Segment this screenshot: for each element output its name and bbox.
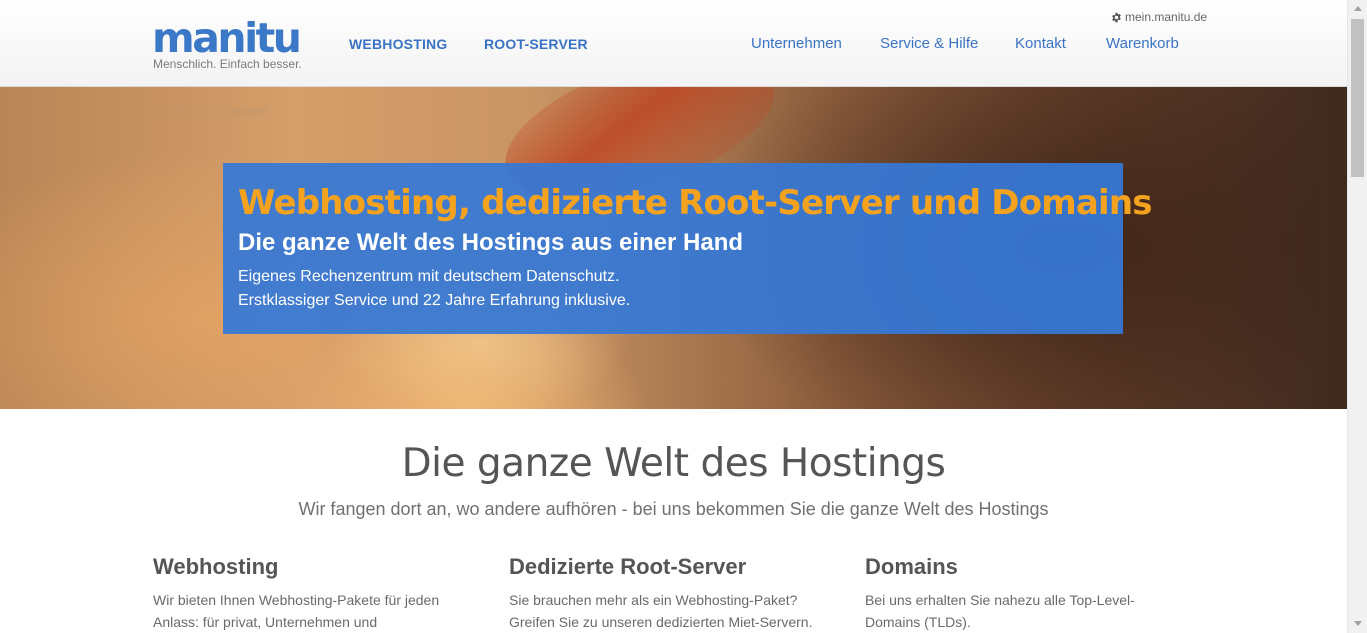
- manitu-logo[interactable]: manitu Menschlich. Einfach besser.: [152, 14, 302, 72]
- scroll-up-arrow-icon[interactable]: [1354, 6, 1362, 11]
- nav-unternehmen[interactable]: Unternehmen: [751, 36, 842, 52]
- site-header: manitu Menschlich. Einfach besser. WEBHO…: [0, 0, 1347, 87]
- section-heading: Die ganze Welt des Hostings: [401, 441, 946, 486]
- hero-text-line-1: Eigenes Rechenzentrum mit deutschem Date…: [238, 268, 620, 285]
- breadcrumb-separator: ›: [209, 104, 214, 118]
- nav-service-hilfe[interactable]: Service & Hilfe: [880, 36, 978, 52]
- mein-manitu-label: mein.manitu.de: [1125, 10, 1208, 24]
- hero-text-box: Webhosting, dedizierte Root-Server und D…: [223, 163, 1153, 334]
- hero-banner: manitu.de › Startseite Webhosting, dediz…: [0, 87, 1347, 409]
- nav-root-server[interactable]: ROOT-SERVER: [484, 36, 588, 52]
- hero-subtitle: Die ganze Welt des Hostings aus einer Ha…: [238, 229, 744, 256]
- hero-title: Webhosting, dedizierte Root-Server und D…: [238, 183, 1153, 223]
- breadcrumb: manitu.de › Startseite: [153, 104, 267, 118]
- vertical-scrollbar[interactable]: [1347, 0, 1367, 633]
- nav-webhosting[interactable]: WEBHOSTING: [349, 36, 447, 52]
- scrollbar-thumb[interactable]: [1351, 19, 1364, 177]
- feature-text-root-server: Sie brauchen mehr als ein Webhosting-Pak…: [509, 592, 813, 630]
- logo-tagline: Menschlich. Einfach besser.: [153, 57, 302, 71]
- feature-text-webhosting: Wir bieten Ihnen Webhosting-Pakete für j…: [153, 592, 440, 630]
- feature-webhosting: Webhosting Wir bieten Ihnen Webhosting-P…: [153, 553, 473, 633]
- feature-title-webhosting[interactable]: Webhosting: [153, 553, 473, 581]
- gear-icon: [1112, 12, 1121, 22]
- hero-text-line-2: Erstklassiger Service und 22 Jahre Erfah…: [238, 292, 631, 309]
- feature-domains: Domains Bei uns erhalten Sie nahezu alle…: [865, 553, 1185, 633]
- nav-kontakt[interactable]: Kontakt: [1015, 36, 1066, 52]
- feature-root-server: Dedizierte Root-Server Sie brauchen mehr…: [509, 553, 829, 633]
- feature-title-root-server[interactable]: Dedizierte Root-Server: [509, 553, 829, 581]
- logo-wordmark: manitu: [152, 14, 302, 62]
- feature-text-domains: Bei uns erhalten Sie nahezu alle Top-Lev…: [865, 592, 1135, 630]
- breadcrumb-home[interactable]: manitu.de: [153, 104, 206, 118]
- nav-warenkorb[interactable]: Warenkorb: [1106, 36, 1179, 52]
- scroll-down-arrow-icon[interactable]: [1354, 621, 1362, 626]
- section-subheading: Wir fangen dort an, wo andere aufhören -…: [298, 499, 1049, 519]
- mein-manitu-link[interactable]: mein.manitu.de: [1111, 10, 1207, 24]
- breadcrumb-current: Startseite: [216, 104, 268, 118]
- feature-title-domains[interactable]: Domains: [865, 553, 1185, 581]
